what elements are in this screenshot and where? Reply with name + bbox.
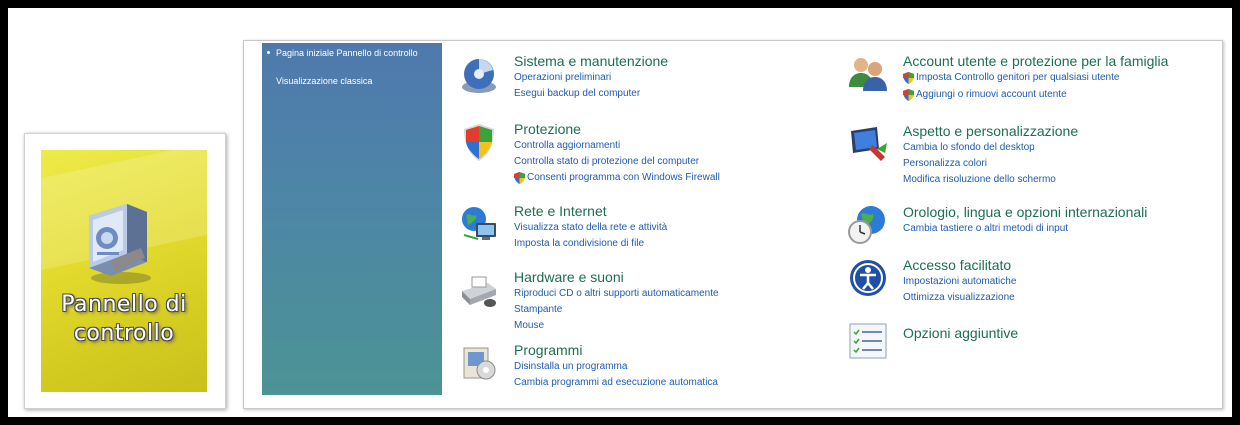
hardware-sound-icon (462, 276, 496, 307)
category-programs: Programmi Disinstalla un programma Cambi… (458, 342, 798, 392)
link-getting-started[interactable]: Operazioni preliminari (514, 72, 611, 84)
tile-label-line2: controllo (73, 321, 175, 346)
link-desktop-background[interactable]: Cambia lo sfondo del desktop (903, 142, 1035, 154)
category-title[interactable]: Rete e Internet (514, 203, 607, 219)
system-maintenance-icon (462, 59, 496, 93)
ease-of-access-icon (850, 260, 886, 296)
link-label: Aggiungi o rimuovi account utente (916, 89, 1067, 100)
link-backup[interactable]: Esegui backup del computer (514, 88, 640, 100)
link-parental-controls[interactable]: Imposta Controllo genitori per qualsiasi… (903, 72, 1119, 84)
category-system-maintenance: Sistema e manutenzione Operazioni prelim… (458, 53, 798, 103)
uac-shield-icon (903, 89, 914, 101)
category-title[interactable]: Accesso facilitato (903, 257, 1011, 273)
link-screen-resolution[interactable]: Modifica risoluzione dello schermo (903, 174, 1056, 186)
link-network-status[interactable]: Visualizza stato della rete e attività (514, 222, 667, 234)
link-security-status[interactable]: Controlla stato di protezione del comput… (514, 156, 699, 168)
category-title[interactable]: Protezione (514, 121, 581, 137)
category-additional-options: Opzioni aggiuntive (847, 320, 1217, 364)
sidebar-item-home[interactable]: Pagina iniziale Pannello di controllo (267, 48, 436, 58)
link-label: Imposta Controllo genitori per qualsiasi… (916, 72, 1120, 83)
category-network: Rete e Internet Visualizza stato della r… (458, 203, 798, 253)
category-title[interactable]: Hardware e suoni (514, 269, 624, 285)
link-mouse[interactable]: Mouse (514, 320, 544, 332)
link-startup-programs[interactable]: Cambia programmi ad esecuzione automatic… (514, 377, 718, 389)
appearance-icon (851, 127, 887, 161)
link-allow-firewall[interactable]: Consenti programma con Windows Firewall (514, 172, 720, 184)
category-clock-language: Orologio, lingua e opzioni internazional… (847, 204, 1217, 252)
tile-label: Pannello di controllo (41, 290, 207, 348)
control-panel-tile[interactable]: Pannello di controllo (41, 150, 207, 392)
link-change-keyboards[interactable]: Cambia tastiere o altri metodi di input (903, 223, 1068, 235)
link-uninstall[interactable]: Disinstalla un programma (514, 361, 627, 373)
additional-options-icon (849, 323, 887, 359)
uac-shield-icon (514, 172, 525, 184)
category-appearance: Aspetto e personalizzazione Cambia lo sf… (847, 123, 1217, 187)
category-title[interactable]: Sistema e manutenzione (514, 53, 668, 69)
uac-shield-icon (903, 72, 914, 84)
control-panel-tile-card[interactable]: Pannello di controllo (24, 133, 226, 409)
link-auto-settings[interactable]: Impostazioni automatiche (903, 276, 1016, 288)
security-shield-icon (464, 124, 494, 161)
user-accounts-icon (849, 58, 887, 91)
category-title[interactable]: Opzioni aggiuntive (903, 325, 1018, 341)
sidebar: Pagina iniziale Pannello di controllo Vi… (262, 43, 442, 395)
sidebar-item-classic-view[interactable]: Visualizzazione classica (276, 76, 436, 86)
category-user-accounts: Account utente e protezione per la famig… (847, 53, 1217, 105)
link-customize-colors[interactable]: Personalizza colori (903, 158, 987, 170)
category-title[interactable]: Programmi (514, 342, 582, 358)
link-autoplay[interactable]: Riproduci CD o altri supporti automatica… (514, 288, 719, 300)
network-internet-icon (462, 207, 496, 240)
category-security: Protezione Controlla aggiornamenti Contr… (458, 121, 798, 185)
tile-label-line1: Pannello di (61, 292, 187, 317)
category-ease-of-access: Accesso facilitato Impostazioni automati… (847, 257, 1217, 307)
category-title[interactable]: Orologio, lingua e opzioni internazional… (903, 204, 1147, 220)
link-file-sharing[interactable]: Imposta la condivisione di file (514, 238, 644, 250)
link-optimize-display[interactable]: Ottimizza visualizzazione (903, 292, 1015, 304)
control-panel-icon (89, 204, 151, 284)
category-title[interactable]: Account utente e protezione per la famig… (903, 53, 1168, 69)
link-add-remove-accounts[interactable]: Aggiungi o rimuovi account utente (903, 89, 1067, 101)
link-label: Consenti programma con Windows Firewall (527, 172, 720, 183)
category-hardware: Hardware e suoni Riproduci CD o altri su… (458, 269, 798, 333)
category-title[interactable]: Aspetto e personalizzazione (903, 123, 1078, 139)
link-printer[interactable]: Stampante (514, 304, 562, 316)
control-panel-window: Pagina iniziale Pannello di controllo Vi… (243, 40, 1223, 409)
clock-globe-icon (848, 206, 885, 244)
link-check-updates[interactable]: Controlla aggiornamenti (514, 140, 620, 152)
programs-icon (463, 347, 496, 380)
